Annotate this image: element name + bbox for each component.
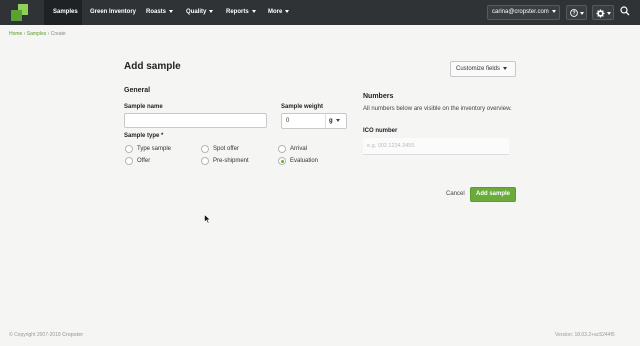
- nav-more[interactable]: More: [268, 0, 290, 25]
- chevron-down-icon: [209, 9, 214, 13]
- chevron-down-icon: [551, 9, 556, 13]
- ico-number-label: ICO number: [363, 128, 398, 134]
- weight-unit-select[interactable]: g: [325, 114, 346, 128]
- sample-weight-label: Sample weight: [281, 104, 324, 110]
- general-heading: General: [124, 87, 151, 94]
- nav-reports[interactable]: Reports: [226, 0, 256, 25]
- breadcrumb-home[interactable]: Home: [9, 31, 22, 37]
- chevron-down-icon: [607, 12, 611, 15]
- radio-indicator[interactable]: [125, 145, 133, 153]
- radio-indicator[interactable]: [201, 145, 209, 153]
- breadcrumb-current: Create: [50, 31, 66, 37]
- question-circle-icon: ?: [570, 9, 578, 17]
- top-navbar: Samples Green Inventory Roasts Quality R…: [0, 0, 640, 25]
- radio-indicator[interactable]: [201, 157, 209, 165]
- radio-indicator[interactable]: [125, 157, 133, 165]
- breadcrumb-samples[interactable]: Samples: [27, 31, 46, 37]
- mouse-cursor-icon: [204, 214, 211, 224]
- footer-brand: Cropster: [62, 332, 84, 338]
- chevron-down-icon: [335, 118, 340, 122]
- radio-spot-offer[interactable]: Spot offer: [201, 145, 239, 153]
- radio-indicator[interactable]: [278, 145, 286, 153]
- footer-copyright: © Copyright 2007-2018 Cropster: [9, 332, 84, 338]
- nav-samples[interactable]: Samples: [44, 0, 82, 25]
- numbers-description: All numbers below are visible on the inv…: [363, 106, 512, 112]
- chevron-down-icon: [169, 9, 174, 13]
- page-title: Add sample: [124, 61, 181, 72]
- footer-version: Version: 18.03.2+ac5244f5: [555, 332, 615, 338]
- user-menu-button[interactable]: carina@cropster.com: [487, 5, 560, 20]
- settings-button[interactable]: [592, 5, 614, 20]
- nav-green-inventory[interactable]: Green Inventory: [90, 0, 136, 25]
- cancel-button[interactable]: Cancel: [446, 191, 465, 197]
- breadcrumb: Home › Samples › Create: [9, 31, 66, 37]
- search-icon[interactable]: [620, 6, 630, 16]
- svg-text:?: ?: [572, 11, 575, 17]
- nav-quality[interactable]: Quality: [186, 0, 214, 25]
- help-button[interactable]: ?: [566, 5, 587, 20]
- add-sample-button[interactable]: Add sample: [470, 187, 516, 202]
- radio-type-sample[interactable]: Type sample: [125, 145, 171, 153]
- numbers-heading: Numbers: [363, 93, 394, 100]
- radio-pre-shipment[interactable]: Pre-shipment: [201, 157, 249, 165]
- chevron-down-icon: [251, 9, 256, 13]
- radio-offer[interactable]: Offer: [125, 157, 150, 165]
- sample-type-label: Sample type *: [124, 133, 164, 139]
- gear-icon: [596, 9, 605, 18]
- chevron-down-icon: [503, 66, 508, 70]
- chevron-down-icon: [285, 9, 290, 13]
- nav-roasts[interactable]: Roasts: [146, 0, 174, 25]
- radio-indicator-selected[interactable]: [278, 157, 286, 165]
- cropster-logo[interactable]: [11, 4, 29, 21]
- customize-fields-button[interactable]: Customize fields: [450, 61, 516, 77]
- radio-evaluation[interactable]: Evaluation: [278, 157, 318, 165]
- radio-arrival[interactable]: Arrival: [278, 145, 307, 153]
- sample-name-input[interactable]: [124, 113, 267, 128]
- chevron-down-icon: [580, 12, 584, 15]
- ico-number-input[interactable]: e.g. 002.1234.3455: [363, 138, 509, 155]
- sample-name-label: Sample name: [124, 104, 163, 110]
